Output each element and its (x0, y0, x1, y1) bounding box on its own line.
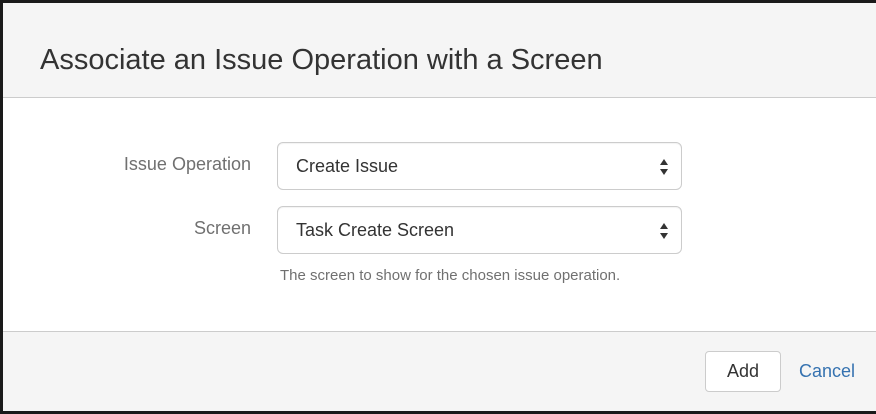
cancel-link[interactable]: Cancel (799, 361, 855, 382)
issue-operation-field: Issue Operation Create Issue (3, 142, 876, 190)
issue-operation-select[interactable]: Create Issue (277, 142, 682, 190)
issue-operation-label: Issue Operation (123, 154, 251, 174)
add-button[interactable]: Add (705, 351, 781, 392)
issue-operation-selected-value: Create Issue (296, 156, 399, 176)
screen-help-text: The screen to show for the chosen issue … (280, 267, 621, 284)
dialog-body: Issue Operation Create Issue Screen Task… (3, 98, 876, 333)
associate-screen-dialog: Associate an Issue Operation with a Scre… (0, 0, 876, 414)
dialog-title: Associate an Issue Operation with a Scre… (40, 44, 603, 76)
screen-field: Screen Task Create Screen (3, 206, 876, 254)
screen-selected-value: Task Create Screen (296, 220, 455, 240)
dialog-header: Associate an Issue Operation with a Scre… (3, 3, 876, 98)
screen-label: Screen (193, 218, 251, 238)
select-arrows-icon (659, 157, 669, 177)
screen-select[interactable]: Task Create Screen (277, 206, 682, 254)
dialog-footer: Add Cancel (3, 331, 876, 411)
select-arrows-icon (659, 221, 669, 241)
